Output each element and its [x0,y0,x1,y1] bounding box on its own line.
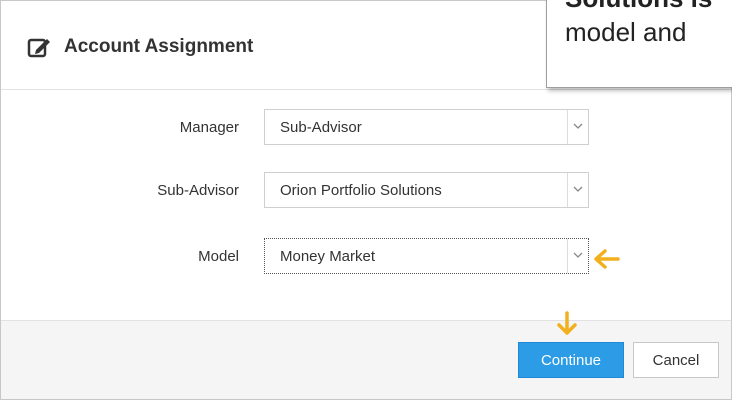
chevron-down-icon[interactable] [567,239,588,273]
chevron-down-icon[interactable] [567,110,588,144]
model-select[interactable]: Money Market [264,238,589,274]
manager-label: Manager [179,119,239,136]
manager-select[interactable]: Sub-Advisor [264,109,589,145]
dialog-title: Account Assignment [64,36,254,57]
sub-advisor-select[interactable]: Orion Portfolio Solutions [264,172,589,208]
callout-line-1: Solutions is [565,0,712,14]
sub-advisor-label: Sub-Advisor [157,182,239,199]
arrow-down-icon [557,311,577,335]
callout-line-2: model and [565,17,687,47]
continue-button[interactable]: Continue [518,342,624,378]
model-select-value: Money Market [280,248,376,265]
tutorial-callout: Solutions is model and [546,0,732,88]
arrow-left-icon [594,249,620,269]
edit-icon [27,36,53,58]
model-label: Model [198,248,239,265]
cancel-button[interactable]: Cancel [633,342,719,378]
chevron-down-icon[interactable] [567,173,588,207]
sub-advisor-select-value: Orion Portfolio Solutions [280,182,442,199]
manager-select-value: Sub-Advisor [280,119,362,136]
